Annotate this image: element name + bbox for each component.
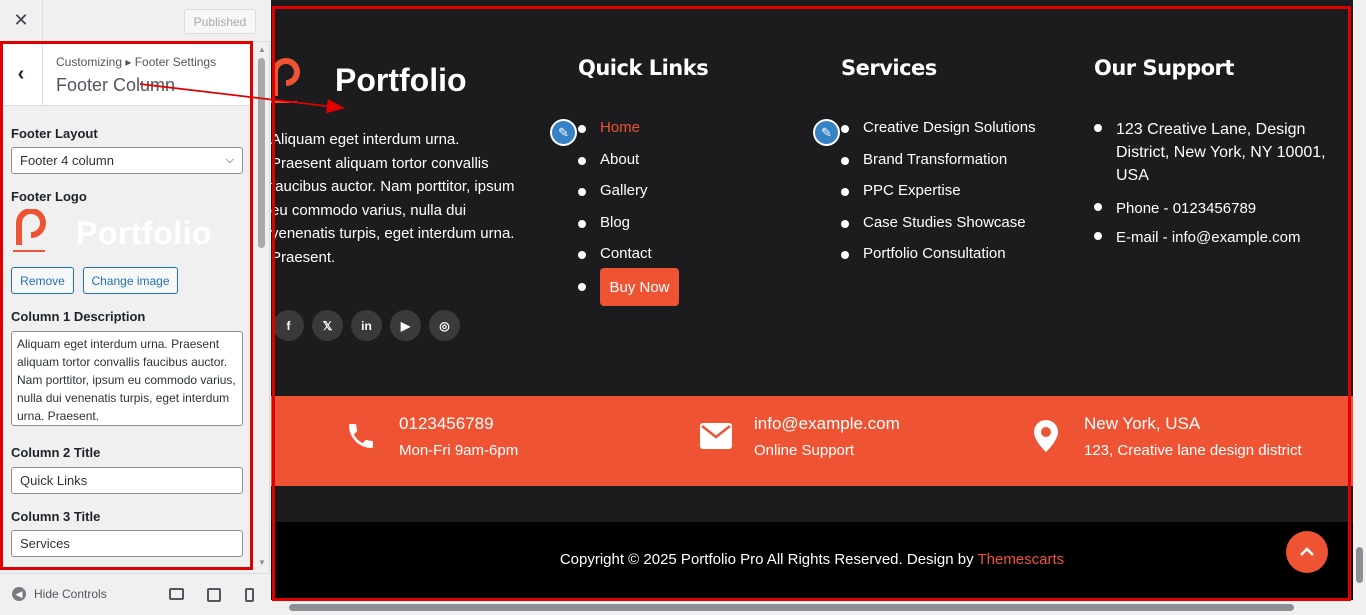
contact-phone-hours: Mon-Fri 9am-6pm (399, 442, 519, 459)
contact-band: 0123456789 Mon-Fri 9am-6pm info@example.… (271, 396, 1353, 486)
footer-layout-label: Footer Layout (11, 126, 98, 141)
arrow-up-icon (1300, 547, 1314, 556)
quick-link-home[interactable]: Home (578, 119, 652, 151)
close-icon: ✕ (13, 10, 29, 30)
quick-link-gallery[interactable]: Gallery (578, 182, 652, 214)
column2-title-input[interactable]: Quick Links (11, 467, 243, 494)
support-phone: Phone - 0123456789 (1094, 197, 1353, 220)
quick-link-blog[interactable]: Blog (578, 214, 652, 246)
support-address: 123 Creative Lane, Design District, New … (1094, 118, 1353, 187)
facebook-icon[interactable]: f (273, 310, 304, 341)
footer-column-panel: ‹ Customizing ▸ Footer Settings Footer C… (0, 42, 256, 570)
column1-description-label: Column 1 Description (11, 309, 146, 324)
panel-title: Footer Column (56, 75, 176, 95)
footer-logo-label: Footer Logo (11, 189, 87, 204)
instagram-icon[interactable]: ◎ (429, 310, 460, 341)
support-title: Our Support (1094, 56, 1234, 80)
hide-controls-label: Hide Controls (34, 587, 107, 601)
logo-text: Portfolio (76, 215, 213, 251)
themescarts-link[interactable]: Themescarts (977, 551, 1064, 568)
customizer-sidebar: ✕ Published ‹ Customizing ▸ Footer Setti… (0, 0, 270, 615)
sidebar-scrollbar[interactable]: ▲ ▼ (256, 42, 268, 570)
footer-layout-value: Footer 4 column (20, 153, 114, 168)
collapse-icon: ◀ (12, 587, 26, 601)
preview-horizontal-scrollbar[interactable] (271, 600, 1353, 615)
scroll-down-icon[interactable]: ▼ (258, 558, 266, 567)
sidebar-scroll-thumb[interactable] (258, 58, 265, 248)
support-email: E-mail - info@example.com (1094, 226, 1353, 249)
envelope-icon (698, 418, 734, 454)
contact-email-sub: Online Support (754, 442, 855, 459)
scroll-up-icon[interactable]: ▲ (258, 45, 266, 54)
service-item[interactable]: PPC Expertise (841, 182, 1036, 214)
service-item[interactable]: Creative Design Solutions (841, 119, 1036, 151)
column3-title-label: Column 3 Title (11, 509, 101, 524)
preview-vertical-thumb[interactable] (1356, 547, 1363, 583)
mobile-icon[interactable] (245, 588, 254, 602)
published-button[interactable]: Published (184, 9, 256, 34)
scroll-to-top-button[interactable] (1286, 531, 1328, 573)
services-list: Creative Design Solutions Brand Transfor… (841, 119, 1036, 277)
preview-horizontal-thumb[interactable] (289, 604, 1294, 611)
hide-controls-button[interactable]: ◀ Hide Controls (12, 587, 107, 601)
breadcrumb: Customizing ▸ Footer Settings (56, 55, 217, 69)
panel-header: ‹ Customizing ▸ Footer Settings Footer C… (0, 42, 252, 106)
contact-email-address: info@example.com (754, 414, 900, 433)
desktop-icon[interactable] (169, 588, 184, 600)
column3-title-input[interactable]: Services (11, 530, 243, 557)
youtube-icon[interactable]: ▶ (390, 310, 421, 341)
services-title: Services (841, 56, 937, 80)
copyright-text: Copyright © 2025 Portfolio Pro All Right… (271, 551, 1353, 568)
customizer-header: ✕ Published (0, 0, 270, 42)
quick-links-title: Quick Links (578, 56, 709, 80)
quick-link-about[interactable]: About (578, 151, 652, 183)
copyright-label: Copyright © 2025 Portfolio Pro All Right… (559, 551, 978, 568)
support-list: 123 Creative Lane, Design District, New … (1094, 118, 1353, 259)
x-twitter-icon[interactable]: 𝕏 (312, 310, 343, 341)
copyright-band: Copyright © 2025 Portfolio Pro All Right… (271, 522, 1353, 600)
pencil-icon[interactable]: ✎ (813, 119, 840, 146)
back-arrow-icon: ‹ (17, 62, 25, 85)
pencil-icon[interactable]: ✎ (550, 119, 577, 146)
brand-name: Portfolio (335, 62, 467, 98)
change-image-button[interactable]: Change image (83, 267, 178, 294)
footer-description: Aliquam eget interdum urna. Praesent ali… (271, 131, 515, 266)
tablet-icon[interactable] (207, 588, 221, 602)
contact-location-city: New York, USA (1084, 414, 1201, 433)
social-links: f 𝕏 in ▶ ◎ (273, 310, 460, 341)
phone-icon (343, 418, 379, 454)
linkedin-icon[interactable]: in (351, 310, 382, 341)
contact-phone-number: 0123456789 (399, 414, 494, 433)
column2-title-label: Column 2 Title (11, 445, 101, 460)
preview-vertical-scrollbar[interactable] (1353, 0, 1366, 615)
footer-logo-preview: Portfolio (11, 207, 213, 257)
map-pin-icon (1028, 418, 1064, 454)
service-item[interactable]: Portfolio Consultation (841, 245, 1036, 277)
customizer-footer: ◀ Hide Controls (0, 573, 270, 615)
close-customizer-button[interactable]: ✕ (0, 0, 43, 41)
back-button[interactable]: ‹ (0, 42, 43, 106)
service-item[interactable]: Case Studies Showcase (841, 214, 1036, 246)
logo-mark-icon (271, 58, 300, 103)
remove-logo-button[interactable]: Remove (11, 267, 74, 294)
column1-description-textarea[interactable]: Aliquam eget interdum urna. Praesent ali… (11, 331, 243, 426)
chevron-down-icon: ⌵ (225, 154, 234, 166)
buy-now-button[interactable]: Buy Now (600, 268, 679, 306)
footer-layout-select[interactable]: Footer 4 column ⌵ (11, 147, 243, 174)
contact-location-address: 123, Creative lane design district (1084, 442, 1302, 459)
site-preview: Portfolio Aliquam eget interdum urna. Pr… (271, 0, 1353, 600)
service-item[interactable]: Brand Transformation (841, 151, 1036, 183)
logo-mark-icon (13, 209, 46, 252)
